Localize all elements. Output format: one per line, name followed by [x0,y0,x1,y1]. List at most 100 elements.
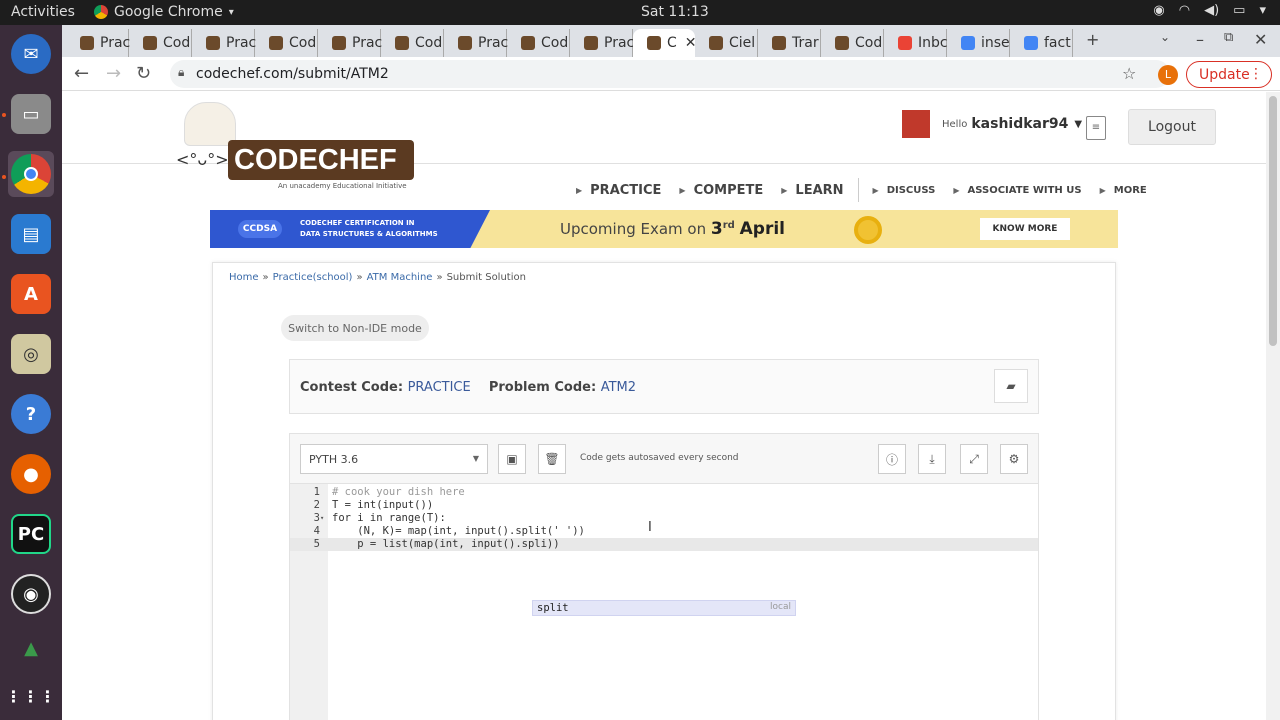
tab-11[interactable]: Trar [758,29,821,57]
tab-12[interactable]: Cod [821,29,884,57]
document-icon: ▤ [11,214,51,254]
profile-avatar[interactable]: L [1158,65,1178,85]
dock: ✉ ▭ ▤ A ◎ ? ● PC ◉ ▲ ⋮⋮⋮ [0,25,62,720]
tab-5[interactable]: Cod [381,29,444,57]
tab-14[interactable]: inse [947,29,1010,57]
update-button[interactable]: Update ⋮ [1186,61,1272,88]
breadcrumb: Home » Practice(school) » ATM Machine » … [229,272,526,283]
dock-rhythmbox[interactable]: ◎ [8,331,54,377]
nav-item-more[interactable]: ▶ MORE [1100,185,1147,196]
tab-1[interactable]: Cod [129,29,192,57]
code-line[interactable]: 4 (N, K)= map(int, input().split(' ')) [290,525,1038,538]
tab-6[interactable]: Prac [444,29,508,57]
code-line[interactable]: 3 ▾ for i in range(T): [290,512,1038,525]
dock-firefox[interactable]: ● [8,451,54,497]
download-icon[interactable]: ⤓ [918,444,946,474]
logout-button[interactable]: Logout [1128,109,1216,145]
breadcrumb-home[interactable]: Home [229,272,259,283]
code-area[interactable]: 1 # cook your dish here 2 T = int(input()) 3… [290,484,1038,720]
tab-7[interactable]: Cod [507,29,570,57]
contest-code-value: PRACTICE [407,380,471,395]
nav-item-practice[interactable]: ▶ PRACTICE [576,183,661,198]
arrow-right-icon: ▶ [953,185,960,195]
code-line[interactable]: 1 # cook your dish here [290,486,1038,499]
nav-item-discuss[interactable]: ▶ DISCUSS [873,185,936,196]
tab-3[interactable]: Cod [255,29,318,57]
show-applications-button[interactable]: ⋮⋮⋮ [6,673,56,719]
page-scrollbar[interactable] [1266,92,1280,720]
dock-writer[interactable]: ▤ [8,211,54,257]
autocomplete-popup[interactable]: split local [532,600,796,616]
forward-button[interactable]: → [106,63,121,84]
trash-icon[interactable]: 🗑︎ [538,444,566,474]
dock-chrome[interactable] [8,151,54,197]
bookmark-star-icon[interactable]: ☆ [1122,64,1136,83]
nav-item-learn[interactable]: ▶ LEARN [781,183,843,198]
save-icon[interactable]: ▣ [498,444,526,474]
switch-mode-button[interactable]: Switch to Non-IDE mode [281,315,429,341]
app-menu[interactable]: Google Chrome ▾ [94,4,234,20]
book-icon[interactable]: ▰ [994,369,1028,403]
code-text: (N, K)= map(int, input().split(' ')) [332,525,585,537]
know-more-button[interactable]: KNOW MORE [980,218,1070,240]
info-icon[interactable]: ⓘ [878,444,906,474]
lock-icon: 🔒︎ [178,65,185,79]
system-tray[interactable]: ◉ ◠ ◀) ▭ ▾ [1153,3,1266,18]
update-label: Update [1199,66,1250,83]
breadcrumb-practice[interactable]: Practice(school) [273,272,353,283]
code-line[interactable]: 5 p = list(map(int, input().spli)) [290,538,1038,551]
breadcrumb-separator: » [262,272,269,283]
breadcrumb-problem[interactable]: ATM Machine [367,272,433,283]
back-button[interactable]: ← [74,63,89,84]
fullscreen-icon[interactable]: ⤢ [960,444,988,474]
tab-15[interactable]: fact [1010,29,1073,57]
favicon-icon [898,36,912,50]
wifi-icon: ◠ [1178,3,1191,18]
obs-tray-icon: ◉ [1153,3,1165,18]
logo-tagline: An unacademy Educational Initiative [278,182,407,190]
chevron-down-icon: ▾ [1259,3,1266,18]
dock-obs[interactable]: ◉ [8,571,54,617]
dock-software[interactable]: A [8,271,54,317]
tab-4[interactable]: Prac [318,29,382,57]
dock-pycharm[interactable]: PC [8,511,54,557]
tab-9[interactable]: C ✕ [633,29,697,57]
code-line[interactable]: 2 T = int(input()) [290,499,1038,512]
address-bar[interactable]: 🔒︎ codechef.com/submit/ATM2 [170,60,1170,88]
tab-label: Cod [855,35,883,51]
cert-line-2: DATA STRUCTURES & ALGORITHMS [300,230,438,238]
tab-10[interactable]: Ciel [695,29,758,57]
minimize-button[interactable]: – [1196,30,1204,49]
fold-toggle-icon[interactable]: ▾ [320,512,324,525]
new-tab-button[interactable]: + [1086,30,1099,49]
dock-other[interactable]: ▲ [8,625,54,671]
tab-0[interactable]: Prac [66,29,130,57]
dock-thunderbird[interactable]: ✉ [8,31,54,77]
close-window-button[interactable]: ✕ [1254,30,1267,49]
dock-files[interactable]: ▭ [8,91,54,137]
scrollbar-thumb[interactable] [1269,96,1277,346]
tab-2[interactable]: Prac [192,29,256,57]
settings-gear-icon[interactable]: ⚙ [1000,444,1028,474]
clock[interactable]: Sat 11:13 [641,4,709,20]
site-header: <°ᴗ°> CODECHEF An unacademy Educational … [62,92,1266,190]
tab-search-button[interactable]: ⌄ [1160,30,1170,44]
maximize-button[interactable]: ⧉ [1224,30,1233,45]
arrow-right-icon: ▶ [679,185,686,195]
nav-item-compete[interactable]: ▶ COMPETE [679,183,763,198]
tab-13[interactable]: Inbc [884,29,948,57]
nav-item-associate-with-us[interactable]: ▶ ASSOCIATE WITH US [953,185,1081,196]
user-menu[interactable]: Hello kashidkar94 ▼ [902,110,1082,138]
promo-banner[interactable]: CCDSA CODECHEF CERTIFICATION IN DATA STR… [210,210,1118,248]
favicon-icon [835,36,849,50]
arrow-right-icon: ▶ [576,185,583,195]
activities-button[interactable]: Activities [11,4,75,20]
reload-button[interactable]: ↻ [136,63,151,84]
notes-icon[interactable]: ≡ [1086,116,1106,140]
codechef-logo[interactable]: <°ᴗ°> CODECHEF An unacademy Educational … [176,102,416,192]
dock-help[interactable]: ? [8,391,54,437]
favicon-icon [709,36,723,50]
tab-8[interactable]: Prac [570,29,634,57]
autocomplete-suggestion[interactable]: split [537,602,569,614]
language-select[interactable]: PYTH 3.6 ▼ [300,444,488,474]
